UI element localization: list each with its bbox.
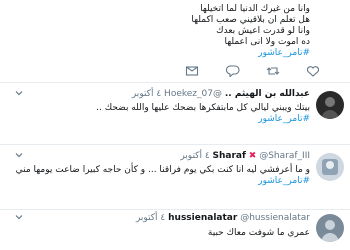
tweet-text-line: بيتك ويبني ليالي كل مابتفكرها بضحك عليها… xyxy=(96,103,310,113)
tweet-actions xyxy=(0,65,350,77)
tweet[interactable]: وانا من غيرك الدنيا لما اتخيلها هل تعلم … xyxy=(0,0,350,83)
display-name[interactable]: Sharaf xyxy=(213,151,246,161)
hashtag-link[interactable]: #تامر_عاشور xyxy=(20,114,310,125)
tweet-text-line: ده اموت ولا انى اعملها xyxy=(224,37,310,47)
chevron-down-icon[interactable] xyxy=(14,88,24,98)
tweet-date[interactable]: ٤ أكتوبر xyxy=(136,213,165,223)
tweet-feed: وانا من غيرك الدنيا لما اتخيلها هل تعلم … xyxy=(0,0,350,250)
retweet-icon[interactable] xyxy=(266,65,280,77)
avatar[interactable] xyxy=(316,153,344,181)
tweet[interactable]: عبدالله بن الهيثم .. @Hoekez_07 ٤ أكتوبر… xyxy=(0,83,350,145)
tweet[interactable]: Sharaf ✖ @Sharaf_III ٤ أكتوبر و ما أعرفش… xyxy=(0,145,350,210)
user-handle[interactable]: @hussienalatar xyxy=(240,213,310,223)
tweet-header: hussienalatar @hussienalatar ٤ أكتوبر xyxy=(136,212,310,224)
hashtag-link[interactable]: #تامر_عاشور xyxy=(20,48,310,59)
tweet-text-line: وانا من غيرك الدنيا لما اتخيلها xyxy=(200,4,310,14)
chevron-down-icon[interactable] xyxy=(14,150,24,160)
tweet-header: عبدالله بن الهيثم .. @Hoekez_07 ٤ أكتوبر xyxy=(132,88,310,100)
reply-icon[interactable] xyxy=(226,65,240,77)
hashtag-link[interactable]: #تامر_عاشور xyxy=(10,176,310,187)
tweet-date[interactable]: ٤ أكتوبر xyxy=(180,151,209,161)
user-handle[interactable]: @Hoekez_07 xyxy=(164,89,222,99)
tweet-text-line: هل تعلم ان بلاقيني صعب اكملها xyxy=(191,15,310,25)
display-name[interactable]: عبدالله بن الهيثم .. xyxy=(225,89,310,99)
tweet-date[interactable]: ٤ أكتوبر xyxy=(132,89,161,99)
tweet-text: عمري ما شوفت معاك حبية xyxy=(20,228,310,239)
chevron-down-icon[interactable] xyxy=(14,212,24,222)
tweet-text: وانا من غيرك الدنيا لما اتخيلها هل تعلم … xyxy=(20,4,310,59)
tweet-header: Sharaf ✖ @Sharaf_III ٤ أكتوبر xyxy=(180,150,310,162)
tweet[interactable]: hussienalatar @hussienalatar ٤ أكتوبر عم… xyxy=(0,210,350,250)
tweet-text-line: وانا لو قدرت اعيش بعدك xyxy=(216,26,310,36)
direct-message-icon[interactable] xyxy=(185,65,199,77)
tweet-text: بيتك ويبني ليالي كل مابتفكرها بضحك عليها… xyxy=(20,103,310,125)
avatar[interactable] xyxy=(316,91,344,119)
red-x-emoji: ✖ xyxy=(248,151,257,161)
tweet-text-line: و ما أعرفشي ليه انا كنت بكي يوم فراقنا .… xyxy=(15,165,310,175)
tweet-text-line: عمري ما شوفت معاك حبية xyxy=(207,228,310,238)
heart-icon[interactable] xyxy=(306,65,320,77)
tweet-text: و ما أعرفشي ليه انا كنت بكي يوم فراقنا .… xyxy=(10,165,310,187)
avatar[interactable] xyxy=(316,214,344,242)
user-handle[interactable]: @Sharaf_III xyxy=(259,151,310,161)
display-name[interactable]: hussienalatar xyxy=(168,213,237,223)
